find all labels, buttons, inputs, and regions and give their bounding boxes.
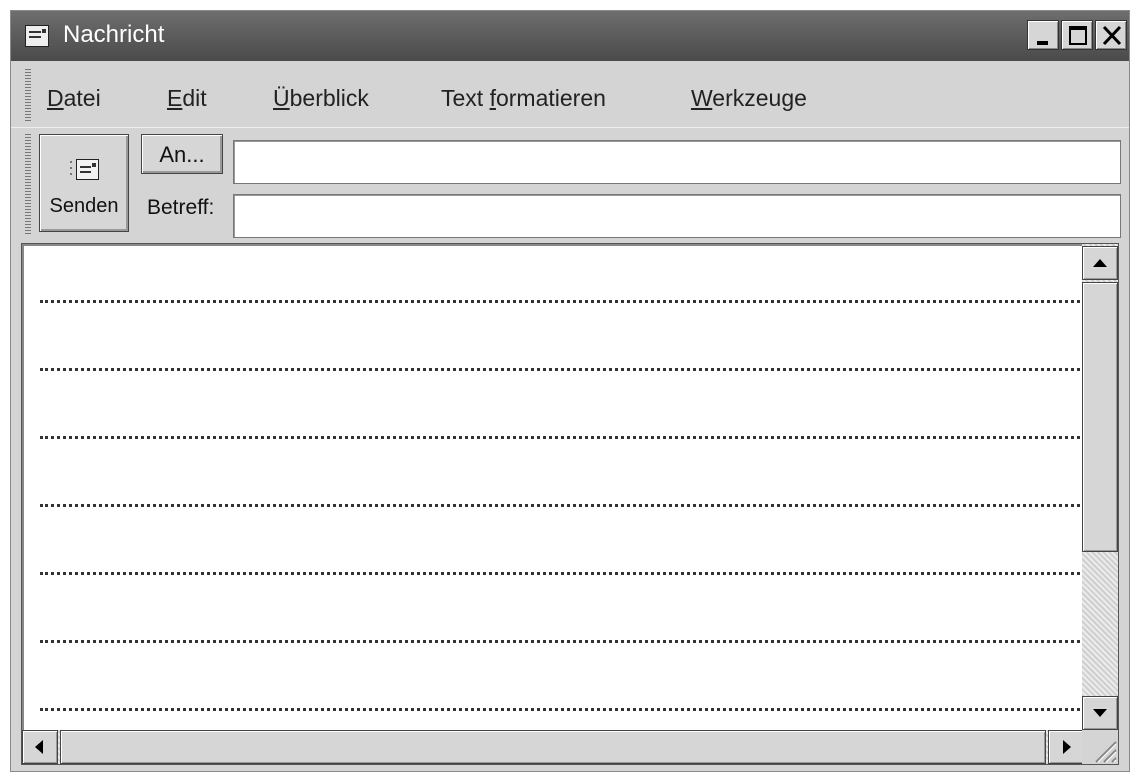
scroll-down-button[interactable] [1082,696,1118,730]
to-button[interactable]: An... [141,134,223,174]
menu-edit[interactable]: Edit [167,85,207,112]
vertical-scroll-thumb[interactable] [1082,282,1118,552]
ruled-line [40,368,1080,371]
close-button[interactable] [1095,20,1127,50]
horizontal-scrollbar[interactable] [22,730,1084,764]
close-icon [1102,25,1122,46]
scroll-up-button[interactable] [1082,246,1118,280]
subject-field[interactable] [233,194,1121,238]
message-body[interactable] [21,243,1119,765]
ruled-line [40,504,1080,507]
ruled-line [40,708,1080,711]
menu-text-formatieren[interactable]: Text formatieren [441,85,606,112]
toolbar-grip-handle[interactable] [25,134,31,234]
ruled-line [40,640,1080,643]
message-window: Nachricht Datei Edit Überblick Text form… [10,10,1130,772]
maximize-button[interactable] [1061,20,1093,50]
envelope-icon [25,25,49,47]
subject-label: Betreff: [147,196,215,219]
scroll-right-button[interactable] [1048,730,1084,764]
window-title: Nachricht [63,21,165,48]
menu-ueberblick[interactable]: Überblick [273,85,369,112]
arrow-right-icon [1063,740,1071,754]
arrow-down-icon [1093,709,1107,717]
maximize-icon [1069,26,1087,45]
compose-toolbar: Senden An... Betreff: [11,127,1129,240]
menu-bar: Datei Edit Überblick Text formatieren We… [11,61,1129,127]
title-bar[interactable]: Nachricht [11,11,1129,61]
minimize-button[interactable] [1027,20,1059,50]
send-button-label: Senden [49,195,119,217]
menu-datei[interactable]: Datei [47,85,101,112]
minimize-icon [1037,41,1048,45]
ruled-line [40,572,1080,575]
send-envelope-icon [70,159,99,180]
menu-werkzeuge[interactable]: Werkzeuge [691,85,807,112]
ruled-line [40,436,1080,439]
scroll-left-button[interactable] [22,730,58,764]
resize-grip-icon [1095,741,1117,763]
vertical-scrollbar[interactable] [1082,244,1118,730]
resize-grip[interactable] [1082,730,1118,764]
to-button-label: An... [159,142,205,167]
menu-grip-handle[interactable] [25,69,31,121]
ruled-line [40,300,1080,303]
send-button[interactable]: Senden [39,134,129,232]
arrow-left-icon [35,740,43,754]
arrow-up-icon [1093,259,1107,267]
horizontal-scroll-thumb[interactable] [60,730,1046,764]
to-field[interactable] [233,140,1121,184]
